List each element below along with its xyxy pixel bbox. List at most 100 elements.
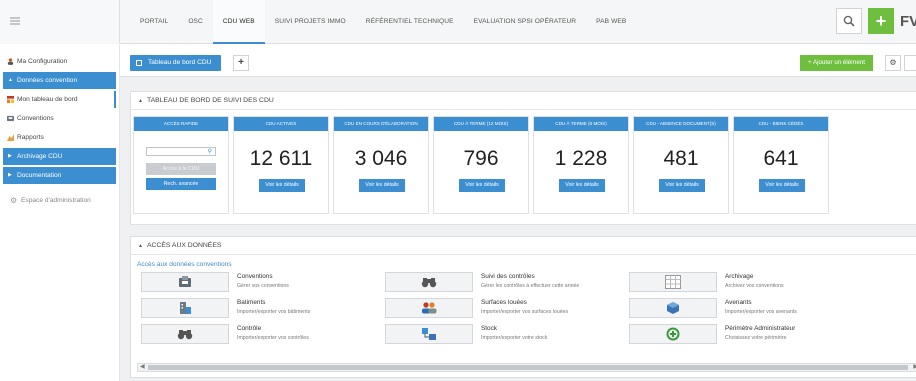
surfaces-louees-tile[interactable] (385, 298, 473, 318)
gear-icon: ⚙ (10, 196, 18, 205)
item-description: Importer/exporter votre stock (481, 335, 548, 341)
tab-portail[interactable]: PORTAIL (130, 0, 178, 44)
data-access-item-stock[interactable]: Stock Importer/exporter votre stock (385, 324, 629, 344)
data-access-item-surfaces-louees[interactable]: Surfaces louées Importer/exporter vos su… (385, 298, 629, 318)
panel-header[interactable]: ▲ ACCÈS AUX DONNÉES (131, 237, 916, 255)
item-title: Conventions (237, 273, 273, 280)
collapse-icon: ▲ (138, 98, 143, 104)
folder-icon (179, 276, 191, 287)
panel-header[interactable]: ▲ TABLEAU DE BORD DE SUIVI DES CDU (131, 92, 916, 110)
conventions-tile[interactable] (141, 272, 229, 292)
kpi-card: CDU - ABSENCE DOCUMENT(S) 481 Voir les d… (633, 116, 729, 214)
sidebar-item-ma-configuration[interactable]: Ma Configuration (3, 53, 116, 70)
sidebar-item-rapports[interactable]: Rapports (3, 129, 116, 146)
horizontal-scrollbar[interactable]: ◀ ▶ (137, 363, 916, 372)
section-subtitle: Accès aux données conventions (137, 261, 232, 268)
details-button[interactable]: Voir les détails (759, 179, 805, 192)
tab-evaluation-spsi[interactable]: EVALUATION SPSI OPÉRATEUR (464, 0, 587, 44)
scroll-left-icon[interactable]: ◀ (140, 363, 145, 370)
archive-grid-icon (665, 275, 681, 289)
sidebar: Ma Configuration ▲ Données convention Mo… (0, 45, 120, 381)
sidebar-item-espace-administration[interactable]: ⚙ Espace d'administration (3, 192, 116, 209)
add-element-button[interactable]: + Ajouter un élément (800, 55, 873, 71)
card-header: ACCÈS RAPIDE (134, 117, 228, 131)
tab-tableau-de-bord-cdu[interactable]: Tableau de bord CDU (130, 55, 222, 71)
data-access-item-avenants[interactable]: Avenants Importer/exporter vos avenants (629, 298, 873, 318)
details-button[interactable]: Voir les détails (459, 179, 505, 192)
tab-referentiel-technique[interactable]: RÉFÉRENTIEL TECHNIQUE (356, 0, 464, 44)
data-access-item-batiments[interactable]: Batiments Importer/exporter vos bâtiment… (141, 298, 385, 318)
tab-suivi-projets-immo[interactable]: SUIVI PROJETS IMMO (265, 0, 356, 44)
caret-down-icon: ▲ (8, 77, 13, 83)
sidebar-item-label: Rapports (17, 134, 44, 141)
data-access-item-controle[interactable]: Contrôle Importer/exporter vos contrôles (141, 324, 385, 344)
data-access-item-suivi-controles[interactable]: Suivi des contrôles Gérer les contrôles … (385, 272, 629, 292)
dashboard-icon (136, 60, 142, 66)
more-button[interactable] (904, 55, 916, 71)
dashboard-icon (7, 96, 14, 103)
sidebar-item-label: Ma Configuration (17, 58, 68, 65)
sidebar-item-label: Mon tableau de bord (17, 96, 78, 103)
tab-pab-web[interactable]: PAB WEB (586, 0, 636, 44)
item-title: Batiments (237, 299, 266, 306)
search-icon[interactable]: ⚲ (208, 148, 212, 156)
tab-osc[interactable]: OSC (178, 0, 213, 44)
scroll-thumb[interactable] (148, 365, 908, 370)
sidebar-item-label: Espace d'administration (21, 197, 91, 204)
controle-tile[interactable] (141, 324, 229, 344)
stock-icon (422, 328, 436, 340)
users-icon (422, 302, 437, 314)
sidebar-item-label: Archivage CDU (17, 153, 63, 160)
card-header: CDU - BIENS CÉDÉS (734, 117, 828, 131)
top-bar: PORTAIL OSC CDU WEB SUIVI PROJETS IMMO R… (0, 0, 916, 44)
sidebar-item-mon-tableau-de-bord[interactable]: Mon tableau de bord (3, 91, 116, 108)
suivi-controles-tile[interactable] (385, 272, 473, 292)
sidebar-item-conventions[interactable]: Conventions (3, 110, 116, 127)
menu-toggle-button[interactable] (0, 0, 120, 44)
kpi-value: 481 (663, 147, 699, 170)
settings-button[interactable]: ⚙ (885, 55, 901, 71)
details-button[interactable]: Voir les détails (659, 179, 705, 192)
card-header: CDU À TERME (6 MOIS) (534, 117, 628, 131)
perimetre-tile[interactable] (629, 324, 717, 344)
user-avatar[interactable]: FV (900, 13, 916, 30)
item-description: Gérer les contrôles à effectuer cette an… (481, 283, 580, 289)
kpi-card: CDU EN COURS D'ÉLABORATION 3 046 Voir le… (333, 116, 429, 214)
data-access-item-archivage[interactable]: Archivage Archivez vos conventions (629, 272, 873, 292)
sidebar-group-donnees-convention[interactable]: ▲ Données convention (3, 72, 116, 89)
data-access-panel: ▲ ACCÈS AUX DONNÉES Accès aux données co… (130, 236, 916, 378)
card-header: CDU EN COURS D'ÉLABORATION (334, 117, 428, 131)
card-header: CDU - ABSENCE DOCUMENT(S) (634, 117, 728, 131)
kpi-card: CDU À TERME (6 MOIS) 1 228 Voir les déta… (533, 116, 629, 214)
batiments-tile[interactable] (141, 298, 229, 318)
sidebar-group-archivage-cdu[interactable]: ▶ Archivage CDU (3, 148, 116, 165)
tab-cdu-web[interactable]: CDU WEB (212, 0, 265, 44)
item-description: Importer/exporter vos bâtiments (237, 309, 311, 315)
dashboard-toolbar: Tableau de bord CDU + + Ajouter un éléme… (120, 45, 916, 77)
data-access-item-perimetre-administrateur[interactable]: Périmètre Administrateur Choisissez votr… (629, 324, 873, 344)
add-tab-button[interactable]: + (233, 55, 249, 71)
kpi-value: 796 (463, 147, 499, 170)
cdu-search-input[interactable]: ⚲ (146, 147, 216, 156)
item-title: Contrôle (237, 325, 262, 332)
archivage-tile[interactable] (629, 272, 717, 292)
data-access-item-conventions[interactable]: Conventions Gérer vos conventions (141, 272, 385, 292)
avenants-tile[interactable] (629, 298, 717, 318)
search-button[interactable] (836, 8, 862, 34)
item-description: Importer/exporter vos surfaces louées (481, 309, 569, 315)
details-button[interactable]: Voir les détails (259, 179, 305, 192)
advanced-search-button[interactable]: Rech. avancée (146, 178, 216, 190)
details-button[interactable]: Voir les détails (559, 179, 605, 192)
cube-icon (667, 302, 679, 314)
item-title: Périmètre Administrateur (725, 325, 796, 332)
folder-icon (7, 115, 14, 122)
item-title: Suivi des contrôles (481, 273, 535, 280)
panel-title: TABLEAU DE BORD DE SUIVI DES CDU (147, 97, 274, 104)
item-description: Gérer vos conventions (237, 283, 289, 289)
details-button[interactable]: Voir les détails (359, 179, 405, 192)
access-cdu-button[interactable]: Accès à la CDU (146, 163, 216, 175)
kpi-value: 1 228 (554, 147, 608, 170)
stock-tile[interactable] (385, 324, 473, 344)
add-button[interactable]: + (868, 8, 894, 34)
sidebar-group-documentation[interactable]: ▶ Documentation (3, 167, 116, 184)
